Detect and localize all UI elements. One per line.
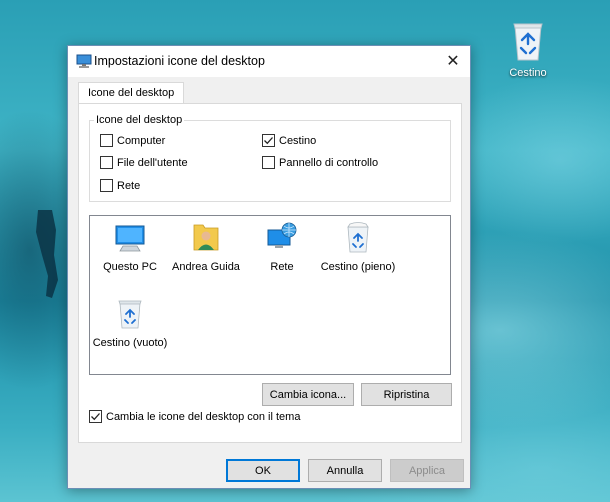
recycle-bin-empty-icon xyxy=(118,300,142,329)
desktop-icons-groupbox: Icone del desktop Computer Cestino File … xyxy=(89,114,451,202)
checkbox-label: Pannello di controllo xyxy=(279,156,379,169)
checkbox-cestino[interactable]: Cestino xyxy=(262,134,316,147)
icon-preview-list[interactable]: Questo PC Andrea Guida Rete Cestino (pie… xyxy=(89,215,451,375)
close-button[interactable]: ✕ xyxy=(442,50,464,72)
item-label: Rete xyxy=(270,261,294,273)
checkbox-box[interactable] xyxy=(100,179,113,192)
tab-panel: Icone del desktop Computer Cestino File … xyxy=(78,103,462,443)
cancel-button[interactable]: Annulla xyxy=(308,459,382,482)
checkbox-label: Rete xyxy=(117,179,141,192)
monitor-icon xyxy=(115,225,145,252)
list-item[interactable]: Questo PC xyxy=(90,220,170,273)
desktop-icon-settings-dialog: Impostazioni icone del desktop ✕ Icone d… xyxy=(67,45,471,489)
desktop-recycle-bin-label: Cestino xyxy=(509,67,547,79)
restore-button[interactable]: Ripristina xyxy=(361,383,452,406)
desktop-recycle-bin[interactable]: Cestino xyxy=(498,18,558,79)
item-label: Cestino (pieno) xyxy=(320,261,396,273)
recycle-bin-icon xyxy=(513,23,543,61)
checkbox-control-panel[interactable]: Pannello di controllo xyxy=(262,156,378,169)
item-label: Cestino (vuoto) xyxy=(92,337,168,349)
list-item[interactable]: Andrea Guida xyxy=(166,220,246,273)
tab-desktop-icons[interactable]: Icone del desktop xyxy=(78,82,185,104)
checkbox-box[interactable] xyxy=(100,134,113,147)
recycle-bin-full-icon xyxy=(347,222,369,253)
close-icon: ✕ xyxy=(446,53,460,70)
network-globe-icon xyxy=(267,222,297,248)
groupbox-legend: Icone del desktop xyxy=(94,114,185,126)
checkbox-box[interactable] xyxy=(100,156,113,169)
item-label: Andrea Guida xyxy=(172,261,240,273)
settings-app-icon xyxy=(76,54,92,68)
checkmark-icon xyxy=(264,137,273,145)
window-title: Impostazioni icone del desktop xyxy=(94,54,265,68)
checkbox-label: Cambia le icone del desktop con il tema xyxy=(106,410,301,423)
item-label: Questo PC xyxy=(103,261,157,273)
change-icon-button[interactable]: Cambia icona... xyxy=(262,383,354,406)
list-item[interactable]: Cestino (pieno) xyxy=(318,220,398,273)
list-item[interactable]: Cestino (vuoto) xyxy=(90,296,170,349)
checkbox-network[interactable]: Rete xyxy=(100,179,140,192)
list-item[interactable]: Rete xyxy=(242,220,322,273)
checkbox-label: File dell'utente xyxy=(117,156,188,169)
checkbox-label: Computer xyxy=(117,134,166,147)
checkbox-box[interactable] xyxy=(89,410,102,423)
checkmark-icon xyxy=(91,413,100,421)
ok-button[interactable]: OK xyxy=(226,459,300,482)
swimmer-silhouette xyxy=(36,210,58,298)
checkbox-computer[interactable]: Computer xyxy=(100,134,165,147)
title-bar[interactable]: Impostazioni icone del desktop ✕ xyxy=(68,46,470,77)
checkbox-box[interactable] xyxy=(262,134,275,147)
checkbox-box[interactable] xyxy=(262,156,275,169)
checkbox-user-files[interactable]: File dell'utente xyxy=(100,156,188,169)
theme-icons-checkbox[interactable]: Cambia le icone del desktop con il tema xyxy=(89,410,300,423)
checkbox-label: Cestino xyxy=(279,134,317,147)
apply-button[interactable]: Applica xyxy=(390,459,464,482)
user-folder-icon xyxy=(193,224,219,251)
